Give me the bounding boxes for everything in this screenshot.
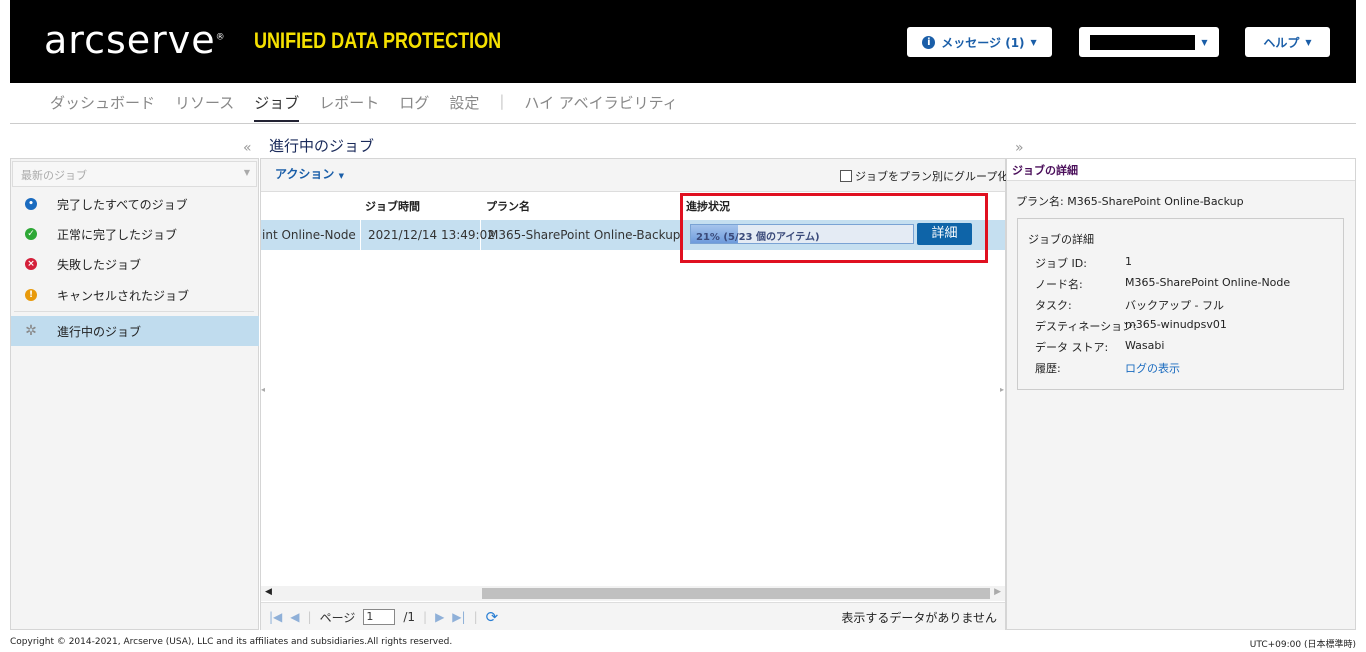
col-plan-name[interactable]: プラン名 — [486, 198, 530, 214]
action-menu[interactable]: アクション ▼ — [275, 165, 344, 182]
info-icon: i — [922, 35, 936, 49]
field-value: M365-SharePoint Online-Node — [1125, 276, 1291, 289]
field-label: 履歴: — [1035, 362, 1061, 375]
check-icon: ✓ — [25, 228, 37, 240]
chevron-down-icon: ▼ — [243, 168, 250, 177]
divider — [14, 311, 254, 312]
field-value: Wasabi — [1125, 339, 1165, 352]
field-value: m365-winudpsv01 — [1125, 318, 1227, 331]
nav-jobs[interactable]: ジョブ — [254, 92, 300, 122]
filter-failed[interactable]: × 失敗したジョブ — [11, 250, 259, 278]
main-nav: ダッシュボード リソース ジョブ レポート ログ 設定 | ハイ アベイラビリテ… — [50, 92, 698, 122]
logo-text: arcserve — [44, 18, 216, 62]
messages-button[interactable]: i メッセージ (1) ▼ — [907, 27, 1052, 57]
nav-settings[interactable]: 設定 — [449, 92, 479, 122]
view-log-link[interactable]: ログの表示 — [1125, 360, 1180, 376]
field-label: ノード名: — [1035, 278, 1083, 291]
pager: |◀ ◀ | ページ 1 /1 | ▶ ▶| | ⟳ 表示するデータがありません — [261, 602, 1005, 630]
field-label: タスク: — [1035, 299, 1072, 312]
page-input[interactable]: 1 — [363, 609, 396, 625]
messages-label: メッセージ (1) — [941, 35, 1025, 50]
product-name: UNIFIED DATA PROTECTION — [254, 28, 502, 53]
plan-name: プラン名: M365-SharePoint Online-Backup — [1016, 195, 1244, 208]
next-page-icon[interactable]: ▶ — [435, 610, 444, 624]
error-icon: × — [25, 258, 37, 270]
help-button[interactable]: ヘルプ ▼ — [1245, 27, 1330, 57]
select-placeholder: 最新のジョブ — [21, 169, 87, 182]
filter-in-progress[interactable]: ✲ 進行中のジョブ — [11, 316, 259, 346]
highlight-box — [680, 193, 988, 263]
nav-divider: | — [499, 92, 505, 110]
empty-message: 表示するデータがありません — [841, 611, 997, 625]
nav-high-availability[interactable]: ハイ アベイラビリティ — [524, 92, 677, 122]
cell-node: int Online-Node — [262, 228, 356, 242]
splitter-left-handle[interactable]: ◂ — [261, 385, 265, 394]
filter-cancelled[interactable]: ! キャンセルされたジョブ — [11, 281, 259, 309]
chevron-down-icon: ▼ — [1030, 37, 1037, 47]
splitter-right-handle[interactable]: ▸ — [1000, 385, 1004, 394]
cell-plan: M365-SharePoint Online-Backup — [488, 228, 681, 242]
spinner-icon: ✲ — [25, 323, 37, 339]
page-label: ページ — [319, 610, 356, 625]
group-by-plan-checkbox[interactable]: ジョブをプラン別にグループ化 — [840, 168, 1008, 184]
filter-label: 失敗したジョブ — [57, 257, 142, 272]
field-label: データ ストア: — [1035, 341, 1109, 354]
checkbox-label: ジョブをプラン別にグループ化 — [855, 170, 1009, 183]
nav-resources[interactable]: リソース — [175, 92, 234, 122]
help-label: ヘルプ — [1263, 35, 1300, 50]
separator: | — [307, 610, 312, 624]
copyright: Copyright © 2014-2021, Arcserve (USA), L… — [10, 637, 453, 647]
scroll-left-icon[interactable]: ◀ — [265, 587, 272, 597]
filter-label: 完了したすべてのジョブ — [57, 197, 188, 212]
expand-right-icon[interactable]: » — [1015, 140, 1024, 156]
collapse-left-icon[interactable]: « — [243, 140, 252, 156]
col-job-time[interactable]: ジョブ時間 — [365, 198, 420, 214]
scroll-right-icon[interactable]: ▶ — [994, 587, 1001, 597]
prev-page-icon[interactable]: ◀ — [290, 610, 299, 624]
arcserve-logo: arcserve® — [44, 18, 226, 62]
field-value: バックアップ - フル — [1125, 299, 1224, 312]
checkbox[interactable] — [840, 170, 852, 182]
warning-icon: ! — [25, 289, 37, 301]
chevron-down-icon: ▼ — [338, 172, 344, 180]
filter-successful[interactable]: ✓ 正常に完了したジョブ — [11, 220, 259, 248]
cell-time: 2021/12/14 13:49:02 — [368, 228, 495, 242]
page-total: /1 — [403, 610, 416, 624]
nav-dashboard[interactable]: ダッシュボード — [50, 92, 155, 122]
nav-divider-line — [10, 123, 1356, 124]
first-page-icon[interactable]: |◀ — [269, 610, 282, 624]
chevron-down-icon: ▼ — [1201, 37, 1208, 47]
completed-icon: • — [25, 198, 37, 210]
scrollbar-thumb[interactable] — [482, 588, 990, 599]
action-label: アクション — [275, 167, 335, 181]
separator: | — [423, 610, 428, 624]
refresh-icon[interactable]: ⟳ — [486, 608, 499, 626]
detail-panel-title: ジョブの詳細 — [1007, 159, 1355, 181]
field-value: 1 — [1125, 255, 1132, 268]
filter-label: 進行中のジョブ — [57, 324, 142, 339]
filter-label: キャンセルされたジョブ — [57, 288, 190, 303]
field-label: デスティネーション: — [1035, 320, 1137, 333]
timezone: UTC+09:00 (日本標準時) — [1249, 640, 1356, 650]
logo-mark: ® — [215, 32, 226, 43]
user-menu-button[interactable]: ▼ — [1079, 27, 1219, 57]
nav-logs[interactable]: ログ — [399, 92, 429, 122]
nav-reports[interactable]: レポート — [319, 92, 379, 122]
detail-box-title: ジョブの詳細 — [1028, 233, 1094, 246]
cell-divider — [360, 220, 361, 250]
filter-all-completed[interactable]: • 完了したすべてのジョブ — [11, 190, 259, 218]
separator: | — [473, 610, 478, 624]
job-filter-select[interactable]: 最新のジョブ ▼ — [12, 161, 257, 187]
user-name-redacted — [1090, 34, 1196, 50]
last-page-icon[interactable]: ▶| — [452, 610, 465, 624]
filter-label: 正常に完了したジョブ — [57, 227, 178, 242]
field-label: ジョブ ID: — [1035, 257, 1087, 270]
chevron-down-icon: ▼ — [1305, 37, 1312, 47]
page-title: 進行中のジョブ — [269, 137, 375, 155]
